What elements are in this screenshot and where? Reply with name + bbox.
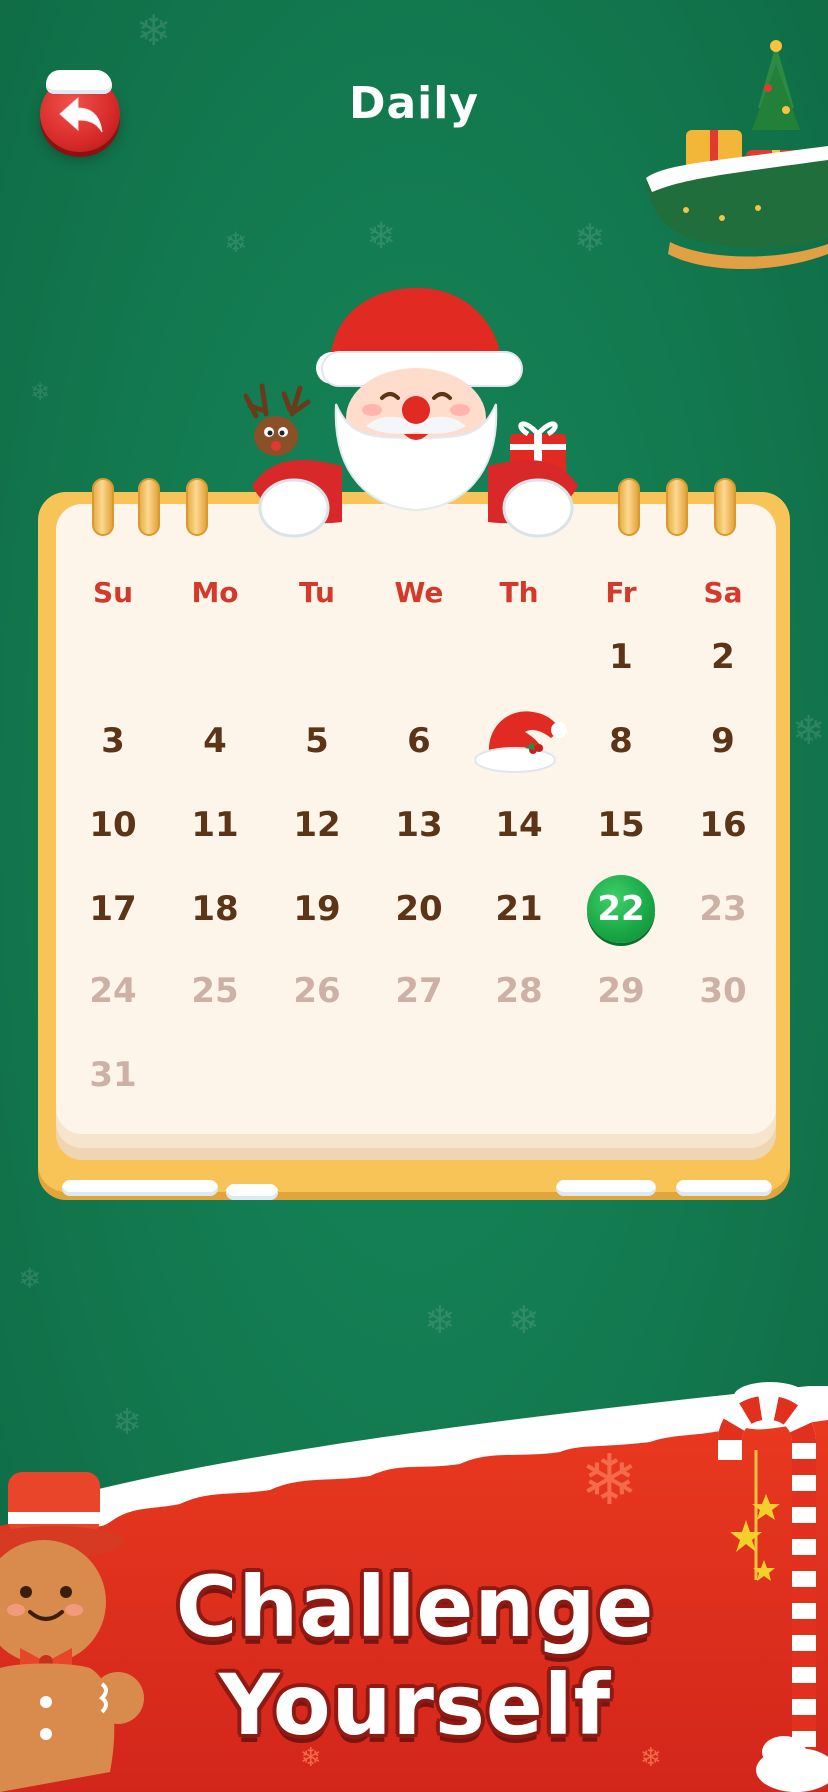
snowflake-decoration: ❄ [18, 1262, 42, 1295]
snow-ledge-decoration [556, 1180, 656, 1196]
weekday-label-sa: Sa [703, 576, 743, 609]
binder-ring [666, 478, 688, 536]
calendar-day-12[interactable]: 12 [266, 790, 368, 860]
snowflake-decoration: ❄ [30, 378, 51, 406]
calendar-day-23: 23 [699, 889, 747, 929]
calendar-day-15[interactable]: 15 [570, 790, 672, 860]
calendar-day-24: 24 [89, 971, 137, 1011]
calendar-day-17[interactable]: 17 [62, 874, 164, 944]
calendar-day-5[interactable]: 5 [266, 706, 368, 776]
weekday-label-fr: Fr [605, 576, 637, 609]
snowflake-decoration: ❄ [366, 216, 397, 257]
gingerbread-man-icon [0, 1472, 144, 1792]
snow-ledge-decoration [226, 1184, 278, 1200]
weekday-label-th: Th [499, 576, 539, 609]
weekday-label-tu: Tu [299, 576, 335, 609]
calendar-day-3[interactable]: 3 [62, 706, 164, 776]
calendar-day-21[interactable]: 21 [468, 874, 570, 944]
calendar-day-13[interactable]: 13 [368, 790, 470, 860]
weekday-label-we: We [394, 576, 444, 609]
calendar-day-22[interactable]: 22 [570, 874, 672, 944]
calendar-day-27: 27 [395, 971, 443, 1011]
santa-claus-icon [243, 287, 578, 538]
binder-ring [186, 478, 208, 536]
calendar-day-26: 26 [293, 971, 341, 1011]
calendar-day-6[interactable]: 6 [368, 706, 470, 776]
calendar-day-14[interactable]: 14 [468, 790, 570, 860]
snowflake-decoration: ❄ [424, 1298, 456, 1342]
calendar-day-18[interactable]: 18 [164, 874, 266, 944]
calendar-day-4[interactable]: 4 [164, 706, 266, 776]
binder-ring [138, 478, 160, 536]
calendar-day-30: 30 [699, 971, 747, 1011]
santa-hat-icon[interactable] [471, 704, 567, 776]
calendar-day-2[interactable]: 2 [672, 622, 774, 692]
banner-title-line-2: Yourself [218, 1656, 612, 1754]
reindeer-icon [243, 383, 311, 456]
calendar-day-25: 25 [191, 971, 239, 1011]
banner-title-line-1: Challenge [175, 1558, 655, 1656]
calendar-day-31: 31 [89, 1055, 137, 1095]
snowflake-decoration: ❄ [224, 226, 248, 259]
calendar-day-1[interactable]: 1 [570, 622, 672, 692]
candy-cane-icon [718, 1382, 828, 1792]
calendar-day-29: 29 [597, 971, 645, 1011]
snowflake-decoration: ❄ [574, 216, 606, 260]
binder-ring [618, 478, 640, 536]
snow-ledge-decoration [62, 1180, 218, 1196]
calendar-day-9[interactable]: 9 [672, 706, 774, 776]
weekday-label-mo: Mo [191, 576, 239, 609]
snowflake-decoration: ❄ [508, 1298, 540, 1342]
calendar-day-11[interactable]: 11 [164, 790, 266, 860]
sleigh-icon [646, 40, 828, 269]
binder-ring [714, 478, 736, 536]
calendar-day-16[interactable]: 16 [672, 790, 774, 860]
calendar-day-19[interactable]: 19 [266, 874, 368, 944]
snowflake-decoration: ❄ [136, 6, 172, 55]
svg-text:❄: ❄ [580, 1439, 639, 1521]
calendar-day-8[interactable]: 8 [570, 706, 672, 776]
weekday-label-su: Su [92, 576, 134, 609]
binder-ring [92, 478, 114, 536]
snowflake-decoration: ❄ [792, 708, 826, 754]
calendar-day-10[interactable]: 10 [62, 790, 164, 860]
snow-ledge-decoration [676, 1180, 772, 1196]
calendar-day-20[interactable]: 20 [368, 874, 470, 944]
calendar-day-28: 28 [495, 971, 543, 1011]
